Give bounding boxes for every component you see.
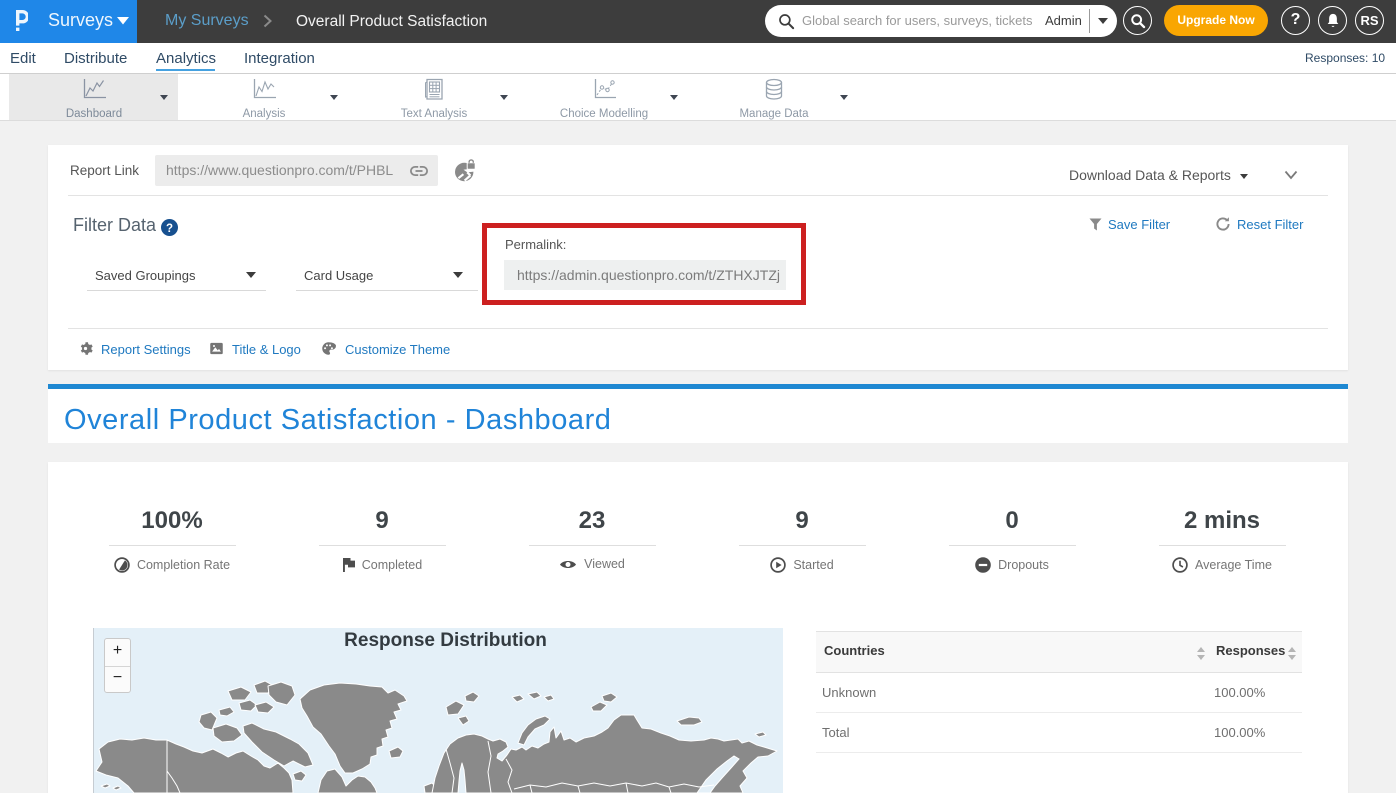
svg-text:?: ?	[166, 223, 173, 235]
